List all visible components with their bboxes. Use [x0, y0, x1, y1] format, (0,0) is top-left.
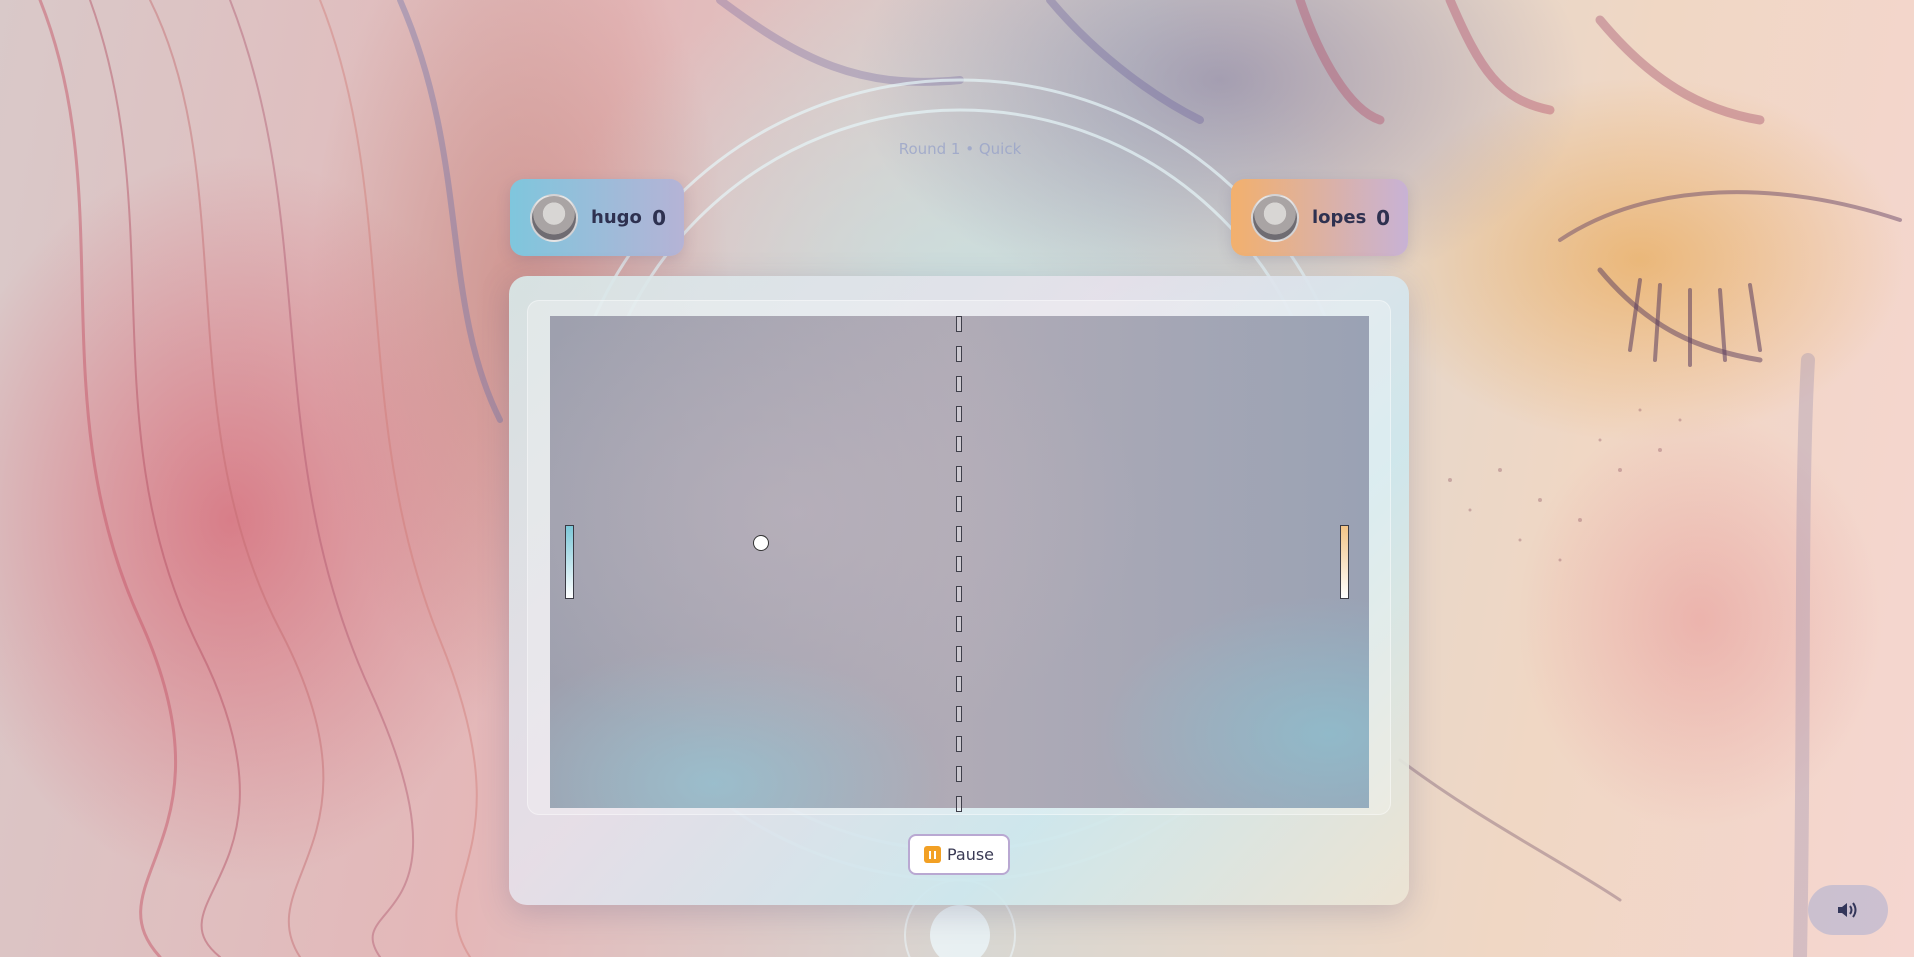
left-paddle[interactable] [565, 525, 574, 599]
net-dash [956, 736, 962, 752]
player-card-right: lopes 0 [1231, 179, 1408, 256]
pause-icon [923, 846, 941, 863]
net-dash [956, 406, 962, 422]
player-score: 0 [652, 205, 666, 230]
net-dash [956, 586, 962, 602]
net-dash [956, 706, 962, 722]
net-dash [956, 376, 962, 392]
sound-toggle-button[interactable] [1808, 885, 1888, 935]
player-avatar [530, 193, 578, 242]
pause-label: Pause [946, 845, 995, 864]
player-card-left: hugo 0 [510, 179, 684, 256]
net-dash [956, 436, 962, 452]
net-dash [956, 316, 962, 332]
net-dash [956, 796, 962, 812]
pause-button[interactable]: Pause [908, 834, 1010, 875]
player-name: hugo [591, 207, 642, 228]
net-dash [956, 526, 962, 542]
ball [753, 535, 769, 551]
speaker-icon [1838, 902, 1857, 918]
net-dash [956, 346, 962, 362]
net-dash [956, 766, 962, 782]
pong-court[interactable] [550, 316, 1369, 812]
right-paddle [1340, 525, 1349, 599]
game-panel: Pause [509, 276, 1409, 905]
player-avatar [1251, 193, 1299, 242]
net-dash [956, 616, 962, 632]
player-name: lopes [1312, 207, 1367, 228]
player-score: 0 [1376, 205, 1390, 230]
net-dash [956, 556, 962, 572]
net-dash [956, 646, 962, 662]
net-dash [956, 676, 962, 692]
net-dash [956, 466, 962, 482]
round-label: Round 1 • Quick [898, 140, 1022, 158]
net-dash [956, 496, 962, 512]
center-net [956, 316, 962, 812]
